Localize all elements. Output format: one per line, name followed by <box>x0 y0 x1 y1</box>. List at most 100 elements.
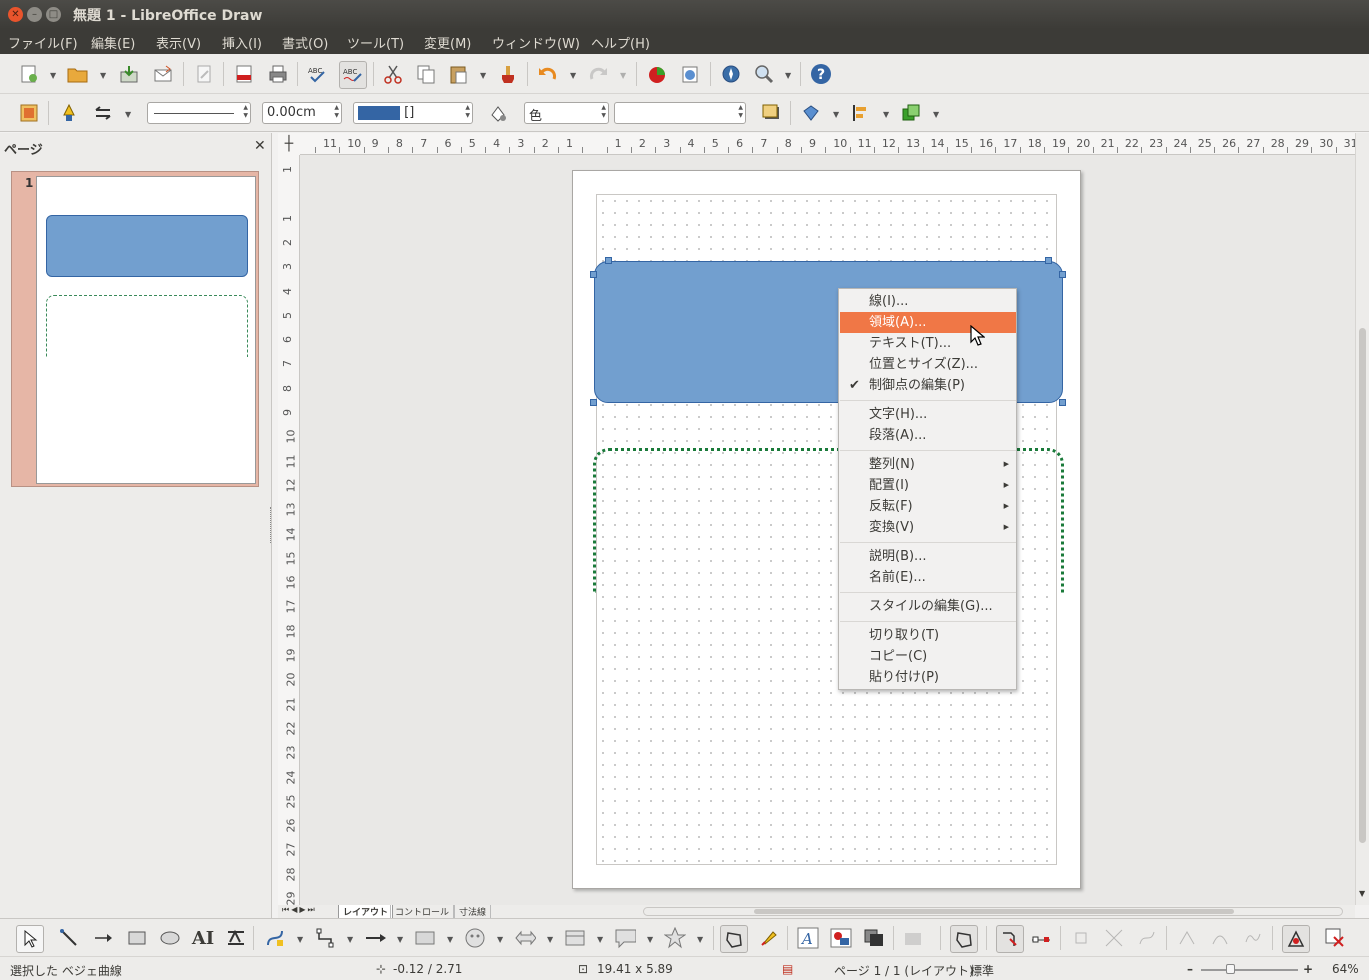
arrow-style-icon[interactable] <box>92 102 114 124</box>
split-curve-icon[interactable] <box>1103 927 1125 949</box>
toggle-extrusion-icon[interactable] <box>903 927 925 949</box>
eliminate-points-icon[interactable] <box>1324 927 1346 949</box>
area-fill-select[interactable]: ▲ ▼ <box>614 102 746 124</box>
area-style-select[interactable]: 色 ▲ ▼ <box>524 102 609 124</box>
rotate-dropdown-icon[interactable]: ▼ <box>833 110 839 119</box>
paste-icon[interactable] <box>447 63 469 85</box>
menu-insert[interactable]: 挿入(I) <box>222 33 262 52</box>
arrow-line-icon[interactable] <box>92 927 114 949</box>
insert-object-icon[interactable] <box>679 63 701 85</box>
undo-dropdown-icon[interactable]: ▼ <box>570 71 576 80</box>
fontwork-icon[interactable]: A <box>797 927 819 949</box>
clone-formatting-icon[interactable] <box>497 63 519 85</box>
shadow-icon[interactable] <box>760 102 782 124</box>
connector-dropdown-icon[interactable]: ▼ <box>347 935 353 944</box>
flowchart-icon[interactable] <box>564 927 586 949</box>
horizontal-ruler[interactable]: 11 10 9 8 7 6 5 4 3 2 1 1 2 3 4 5 6 7 8 9 10 11 12 13 14 15 16 17 18… <box>300 133 1355 155</box>
arrange-dropdown-icon[interactable]: ▼ <box>933 110 939 119</box>
new-dropdown-icon[interactable]: ▼ <box>50 71 56 80</box>
menu-item-paste[interactable]: 貼り付け(P) <box>840 667 1016 688</box>
open-dropdown-icon[interactable]: ▼ <box>100 71 106 80</box>
control-point-handle[interactable] <box>1059 399 1066 406</box>
chart-icon[interactable] <box>646 63 668 85</box>
points-icon[interactable] <box>720 925 748 953</box>
block-arrows-dropdown-icon[interactable]: ▼ <box>547 935 553 944</box>
line-width-field[interactable]: 0.00cm ▲ ▼ <box>262 102 342 124</box>
menu-file[interactable]: ファイル(F) <box>8 33 78 52</box>
curve-tool-icon[interactable] <box>264 927 286 949</box>
drawing-canvas[interactable] <box>300 155 1355 905</box>
smooth-transition-icon[interactable] <box>1209 927 1231 949</box>
control-point-handle[interactable] <box>590 271 597 278</box>
menu-item-paragraph[interactable]: 段落(A)... <box>840 425 1016 446</box>
arrange-icon[interactable] <box>900 102 922 124</box>
control-point-handle[interactable] <box>605 257 612 264</box>
curve-dropdown-icon[interactable]: ▼ <box>297 935 303 944</box>
cut-icon[interactable] <box>382 63 404 85</box>
flowchart-dropdown-icon[interactable]: ▼ <box>597 935 603 944</box>
align-dropdown-icon[interactable]: ▼ <box>883 110 889 119</box>
symbol-shapes-icon[interactable] <box>464 927 486 949</box>
document-modified-icon[interactable]: ▤ <box>782 962 793 976</box>
callouts-dropdown-icon[interactable]: ▼ <box>647 935 653 944</box>
navigator-icon[interactable] <box>720 63 742 85</box>
edit-file-icon[interactable] <box>193 63 215 85</box>
menu-help[interactable]: ヘルプ(H) <box>591 33 650 52</box>
vertical-ruler[interactable]: 1 1 2 3 4 5 6 7 8 9 10 11 12 13 14 15 16 17 18 19 20 21 22 23 24… <box>278 155 300 905</box>
status-zoom[interactable]: 64% <box>1332 962 1359 976</box>
lines-arrows-icon[interactable] <box>364 927 386 949</box>
convert-curve-icon[interactable] <box>1136 927 1158 949</box>
menu-item-edit-points[interactable]: ✔ 制御点の編集(P) <box>840 375 1016 396</box>
menu-item-line[interactable]: 線(I)... <box>840 291 1016 312</box>
insert-image-icon[interactable] <box>830 927 852 949</box>
spellcheck-icon[interactable]: ABC <box>307 63 329 85</box>
menu-item-name[interactable]: 名前(E)... <box>840 567 1016 588</box>
control-point-handle[interactable] <box>590 399 597 406</box>
menu-window[interactable]: ウィンドウ(W) <box>492 33 580 52</box>
align-icon[interactable] <box>850 102 872 124</box>
zoom-in-icon[interactable]: + <box>1303 962 1313 976</box>
new-document-icon[interactable] <box>18 63 40 85</box>
rectangle-tool-icon[interactable] <box>126 927 148 949</box>
send-mail-icon[interactable] <box>152 63 174 85</box>
text-tool-icon[interactable]: AI <box>192 927 214 949</box>
menu-tools[interactable]: ツール(T) <box>347 33 404 52</box>
stars-icon[interactable] <box>664 927 686 949</box>
stars-dropdown-icon[interactable]: ▼ <box>697 935 703 944</box>
basic-shapes-dropdown-icon[interactable]: ▼ <box>447 935 453 944</box>
area-icon[interactable] <box>487 102 509 124</box>
arrow-style-dropdown-icon[interactable]: ▼ <box>125 110 131 119</box>
tab-nav-icons[interactable]: ⏮◀▶⏭ <box>282 905 317 915</box>
menu-item-text[interactable]: テキスト(T)... <box>840 333 1016 354</box>
menu-format[interactable]: 書式(O) <box>282 33 328 52</box>
zoom-icon[interactable] <box>753 63 775 85</box>
auto-spellcheck-icon[interactable]: ABC <box>339 61 367 89</box>
menu-item-flip[interactable]: 反転(F) ▶ <box>840 496 1016 517</box>
insert-points-icon[interactable] <box>1030 927 1052 949</box>
page-thumbnail[interactable]: 1 <box>11 171 259 487</box>
line-tool-icon[interactable] <box>58 927 80 949</box>
help-icon[interactable]: ? <box>810 63 832 85</box>
scroll-down-icon[interactable]: ▼ <box>1359 889 1365 898</box>
menu-item-area[interactable]: 領域(A)... <box>840 312 1016 333</box>
line-style-select[interactable]: ▲ ▼ <box>147 102 251 124</box>
close-icon[interactable]: ✕ <box>254 138 266 154</box>
ruler-origin[interactable]: ┼ <box>278 133 300 155</box>
tab-controls[interactable]: コントロール <box>390 905 455 919</box>
export-pdf-icon[interactable] <box>233 63 255 85</box>
zoom-dropdown-icon[interactable]: ▼ <box>785 71 791 80</box>
menu-modify[interactable]: 変更(M) <box>424 33 471 52</box>
menu-item-position-size[interactable]: 位置とサイズ(Z)... <box>840 354 1016 375</box>
styles-icon[interactable] <box>18 102 40 124</box>
line-color-select[interactable]: [] ▲ ▼ <box>353 102 473 124</box>
delete-points-icon[interactable] <box>1070 927 1092 949</box>
move-points-icon[interactable] <box>996 925 1024 953</box>
line-icon[interactable] <box>58 102 80 124</box>
extrusion-icon[interactable] <box>863 927 885 949</box>
minimize-window-button[interactable]: – <box>27 7 42 22</box>
tab-layout[interactable]: レイアウト <box>338 905 394 919</box>
symmetric-transition-icon[interactable] <box>1242 927 1264 949</box>
vertical-scrollbar-thumb[interactable] <box>1359 328 1366 843</box>
undo-icon[interactable] <box>537 63 559 85</box>
tab-dimension-lines[interactable]: 寸法線 <box>454 905 492 919</box>
